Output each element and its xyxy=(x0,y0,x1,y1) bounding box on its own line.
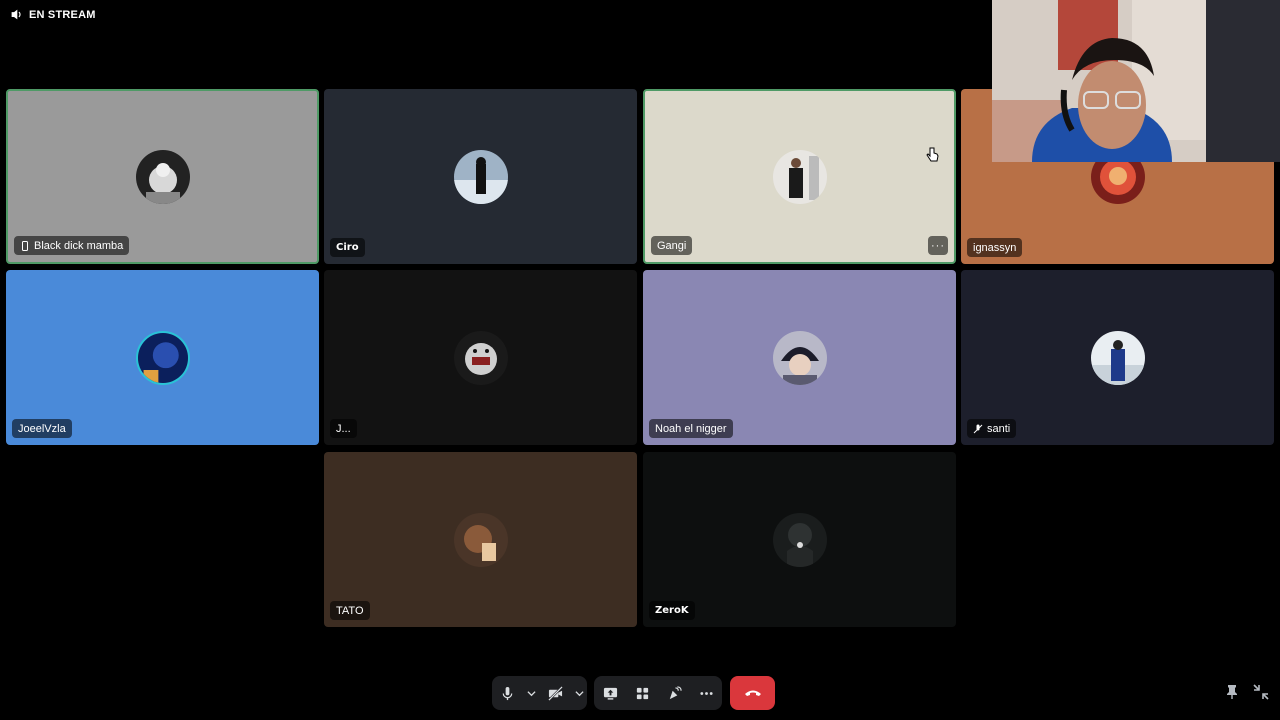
chevron-down-icon xyxy=(527,690,536,696)
speaker-icon xyxy=(11,9,21,20)
more-options-button[interactable] xyxy=(690,676,722,710)
activities-icon xyxy=(636,687,648,699)
avatar xyxy=(453,149,508,204)
chevron-down-icon xyxy=(575,690,584,696)
more-options-icon xyxy=(699,691,713,695)
stream-label: EN STREAM xyxy=(29,8,96,21)
collapse-button[interactable] xyxy=(1253,684,1269,700)
participant-nameplate: santi xyxy=(967,419,1017,438)
participant-tile[interactable]: Noah el nigger xyxy=(643,270,956,445)
pin-icon xyxy=(1227,685,1237,699)
participant-nameplate: J... xyxy=(330,419,357,438)
participant-name: JoeelVzla xyxy=(18,422,66,435)
camera-off-icon xyxy=(547,685,563,701)
avatar xyxy=(135,149,190,204)
pin-button[interactable] xyxy=(1224,684,1240,700)
tile-more-button[interactable]: ··· xyxy=(928,236,948,255)
participant-tile[interactable]: Gangi ··· xyxy=(643,89,956,264)
muted-mic-icon xyxy=(973,424,983,433)
participant-tile[interactable]: ZeroK xyxy=(643,452,956,627)
participant-nameplate: JoeelVzla xyxy=(12,419,72,438)
participant-tile[interactable]: JoeelVzla xyxy=(6,270,319,445)
more-icon: ··· xyxy=(931,239,945,252)
participant-tile[interactable]: Ciro xyxy=(324,89,637,264)
camera-button[interactable] xyxy=(540,676,572,710)
avatar xyxy=(453,512,508,567)
participant-tile[interactable]: santi xyxy=(961,270,1274,445)
participant-tile[interactable]: J... xyxy=(324,270,637,445)
participant-name: TATO xyxy=(336,604,364,617)
participant-nameplate: TATO xyxy=(330,601,370,620)
avatar xyxy=(453,330,508,385)
avatar xyxy=(135,330,190,385)
audio-video-group xyxy=(492,676,587,710)
hang-up-icon xyxy=(744,690,761,696)
microphone-button[interactable] xyxy=(492,676,524,710)
hang-up-button[interactable] xyxy=(730,676,775,710)
participant-nameplate: Ciro xyxy=(330,238,365,257)
webcam-image xyxy=(992,0,1280,162)
stream-indicator: EN STREAM xyxy=(10,8,96,21)
microphone-icon xyxy=(503,686,513,700)
webcam-overlay xyxy=(992,0,1280,162)
avatar xyxy=(772,512,827,567)
audio-options-button[interactable] xyxy=(524,676,540,710)
participant-name: Noah el nigger xyxy=(655,422,727,435)
collapse-icon xyxy=(1253,684,1269,700)
participant-name: Black dick mamba xyxy=(34,239,124,252)
screen-share-icon xyxy=(603,687,617,700)
actions-group xyxy=(594,676,722,710)
mobile-icon xyxy=(22,240,28,251)
participant-name: ignassyn xyxy=(973,241,1017,254)
participant-nameplate: ignassyn xyxy=(967,238,1023,257)
participant-name: santi xyxy=(987,422,1011,435)
screen-share-button[interactable] xyxy=(594,676,626,710)
participant-nameplate: Gangi xyxy=(651,236,693,255)
participant-nameplate: ZeroK xyxy=(649,601,695,620)
hand-cursor-icon xyxy=(926,147,939,162)
call-controls xyxy=(0,676,1280,710)
avatar xyxy=(772,149,827,204)
video-options-button[interactable] xyxy=(571,676,587,710)
soundboard-icon xyxy=(669,685,682,699)
participant-name: Ciro xyxy=(336,242,359,253)
participant-name: J... xyxy=(336,422,351,435)
participant-nameplate: Black dick mamba xyxy=(14,236,130,255)
participant-tile[interactable]: Black dick mamba xyxy=(6,89,319,264)
soundboard-button[interactable] xyxy=(658,676,690,710)
participant-tile[interactable]: TATO xyxy=(324,452,637,627)
participant-name: Gangi xyxy=(657,239,687,252)
participant-name: ZeroK xyxy=(655,605,689,616)
activities-button[interactable] xyxy=(626,676,658,710)
participant-nameplate: Noah el nigger xyxy=(649,419,733,438)
avatar xyxy=(1090,330,1145,385)
avatar xyxy=(772,330,827,385)
